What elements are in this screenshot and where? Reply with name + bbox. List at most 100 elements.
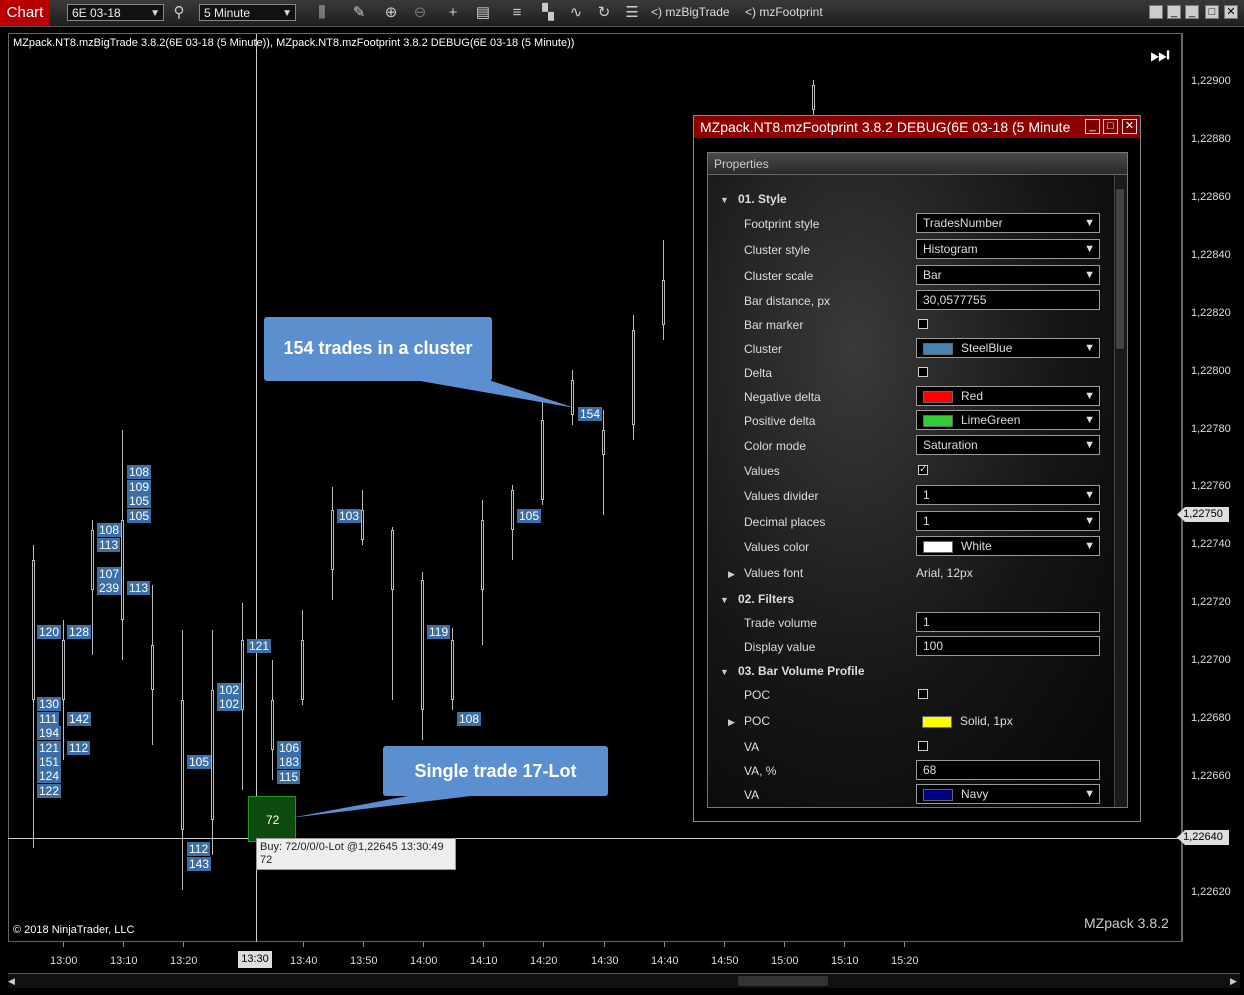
color-swatch <box>923 540 953 553</box>
time-label: 13:50 <box>350 955 378 967</box>
time-label: 14:40 <box>651 955 679 967</box>
trade-volume-input[interactable]: 1 <box>916 612 1100 632</box>
display-value-input[interactable]: 100 <box>916 636 1100 656</box>
time-label: 13:10 <box>110 955 138 967</box>
va-checkbox[interactable] <box>918 741 928 751</box>
cluster-scale-value: Bar <box>923 268 942 282</box>
color-swatch <box>923 342 953 355</box>
section-filters[interactable]: 02. Filters <box>738 592 794 606</box>
properties-window-title[interactable]: MZpack.NT8.mzFootprint 3.8.2 DEBUG(6E 03… <box>694 116 1140 138</box>
price-label: 1,22700 <box>1191 654 1231 666</box>
values-divider-value: 1 <box>923 488 930 502</box>
callout-154-trades: 154 trades in a cluster <box>264 317 492 381</box>
cluster-color-label: Cluster <box>744 342 783 356</box>
poc-label: POC <box>744 688 771 702</box>
positive-delta-select[interactable]: LimeGreen ▼ <box>916 410 1100 430</box>
va-percent-input[interactable]: 68 <box>916 760 1100 780</box>
section-bar-volume-profile[interactable]: 03. Bar Volume Profile <box>738 664 865 678</box>
cluster-style-value: Histogram <box>923 242 978 256</box>
values-checkbox[interactable]: ✓ <box>918 465 928 475</box>
chevron-down-icon: ▼ <box>1084 414 1095 426</box>
time-tick <box>63 942 64 947</box>
decimal-places-select[interactable]: 1 ▼ <box>916 511 1100 531</box>
time-tick <box>483 942 484 947</box>
values-divider-label: Values divider <box>744 489 819 503</box>
expand-triangle-icon[interactable]: ▶ <box>728 569 735 580</box>
time-label: 14:50 <box>711 955 739 967</box>
negative-delta-select[interactable]: Red ▼ <box>916 386 1100 406</box>
price-label: 1,22620 <box>1191 886 1231 898</box>
scroll-right-icon[interactable]: ▶ <box>1230 975 1240 987</box>
expand-triangle-icon[interactable]: ▶ <box>728 717 735 728</box>
chevron-down-icon: ▼ <box>1084 243 1095 255</box>
footprint-style-value: TradesNumber <box>923 216 1003 230</box>
values-label: Values <box>744 464 780 478</box>
color-mode-select[interactable]: Saturation ▼ <box>916 435 1100 455</box>
minimize-icon[interactable]: _ <box>1085 119 1100 134</box>
time-label: 13:20 <box>170 955 198 967</box>
bar-distance-input[interactable]: 30,0577755 <box>916 290 1100 310</box>
poc-checkbox[interactable] <box>918 689 928 699</box>
scroll-thumb[interactable] <box>738 976 828 986</box>
price-label: 1,22660 <box>1191 770 1231 782</box>
horizontal-scrollbar[interactable]: ◀ ▶ <box>8 973 1240 988</box>
values-font-value[interactable]: Arial, 12px <box>916 566 973 580</box>
color-swatch <box>923 414 953 427</box>
trade-volume-value: 1 <box>923 615 930 629</box>
chevron-down-icon: ▼ <box>1084 788 1095 800</box>
time-tick <box>904 942 905 947</box>
time-tick <box>844 942 845 947</box>
properties-scroll-thumb[interactable] <box>1116 189 1124 349</box>
cluster-style-label: Cluster style <box>744 243 811 257</box>
price-label: 1,22800 <box>1191 365 1231 377</box>
color-swatch <box>923 390 953 403</box>
va-percent-label: VA, % <box>744 764 777 778</box>
price-label: 1,22760 <box>1191 480 1231 492</box>
close-icon[interactable]: ✕ <box>1122 119 1137 134</box>
footprint-style-label: Footprint style <box>744 217 820 231</box>
display-value-label: Display value <box>744 640 816 654</box>
time-label: 14:30 <box>591 955 619 967</box>
chevron-down-icon: ▼ <box>1084 342 1095 354</box>
properties-grid: Properties ▼ 01. Style Footprint style T… <box>707 152 1128 808</box>
collapse-triangle-icon[interactable]: ▼ <box>720 195 729 205</box>
time-tick <box>363 942 364 947</box>
time-label: 15:00 <box>771 955 799 967</box>
delta-checkbox[interactable] <box>918 367 928 377</box>
current-price-marker: 1,22750 <box>1177 507 1229 522</box>
positive-delta-value: LimeGreen <box>961 413 1021 427</box>
time-tick <box>123 942 124 947</box>
collapse-triangle-icon[interactable]: ▼ <box>720 667 729 677</box>
values-divider-select[interactable]: 1 ▼ <box>916 485 1100 505</box>
callout-single-trade: Single trade 17-Lot <box>383 746 608 796</box>
values-color-label: Values color <box>744 540 810 554</box>
positive-delta-label: Positive delta <box>744 414 816 428</box>
chevron-down-icon: ▼ <box>1084 269 1095 281</box>
cluster-color-value: SteelBlue <box>961 341 1013 355</box>
time-tick <box>784 942 785 947</box>
chevron-down-icon: ▼ <box>1084 439 1095 451</box>
time-tick <box>664 942 665 947</box>
poc-style-value[interactable]: Solid, 1px <box>922 714 1013 728</box>
bar-marker-checkbox[interactable] <box>918 319 928 329</box>
price-label: 1,22780 <box>1191 423 1231 435</box>
properties-window[interactable]: MZpack.NT8.mzFootprint 3.8.2 DEBUG(6E 03… <box>693 115 1141 822</box>
va-label: VA <box>744 740 760 754</box>
chevron-down-icon: ▼ <box>1084 217 1095 229</box>
scroll-left-icon[interactable]: ◀ <box>8 975 18 987</box>
footprint-style-select[interactable]: TradesNumber ▼ <box>916 213 1100 233</box>
va-color-select[interactable]: Navy ▼ <box>916 784 1100 804</box>
decimal-places-label: Decimal places <box>744 515 826 529</box>
section-style[interactable]: 01. Style <box>738 192 787 206</box>
time-label: 15:20 <box>891 955 919 967</box>
decimal-places-value: 1 <box>923 514 930 528</box>
cluster-scale-select[interactable]: Bar ▼ <box>916 265 1100 285</box>
va-color-label: VA <box>744 788 760 802</box>
delta-label: Delta <box>744 366 773 380</box>
values-color-select[interactable]: White ▼ <box>916 536 1100 556</box>
cluster-style-select[interactable]: Histogram ▼ <box>916 239 1100 259</box>
collapse-triangle-icon[interactable]: ▼ <box>720 595 729 605</box>
maximize-icon[interactable]: □ <box>1103 119 1118 134</box>
cluster-color-select[interactable]: SteelBlue ▼ <box>916 338 1100 358</box>
crosshair-time-marker: 13:30 <box>238 951 272 968</box>
